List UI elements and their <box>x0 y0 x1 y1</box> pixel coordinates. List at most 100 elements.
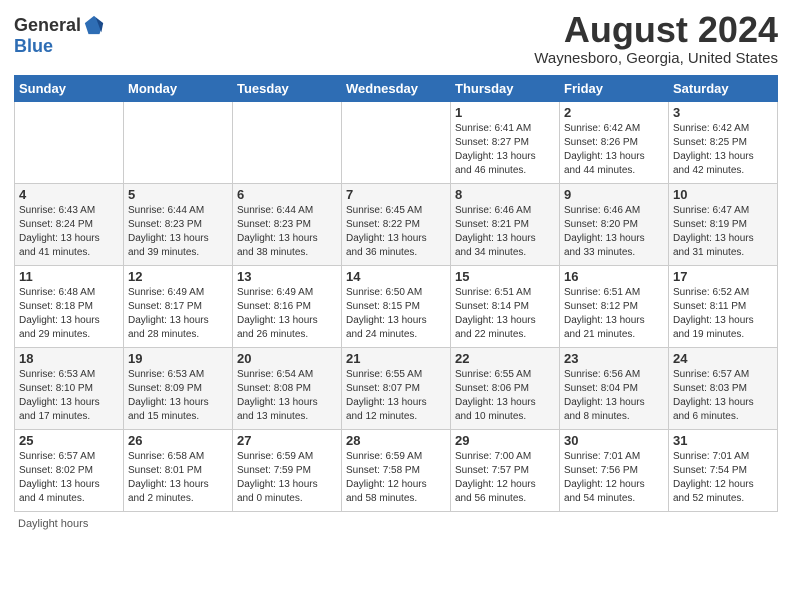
day-detail: Sunrise: 6:52 AM Sunset: 8:11 PM Dayligh… <box>673 286 773 342</box>
calendar-cell: 1 Sunrise: 6:41 AM Sunset: 8:27 PM Daylig… <box>451 101 560 183</box>
page: General Blue August 2024 Waynesboro, Geo… <box>0 0 792 612</box>
day-number: 24 <box>673 351 773 366</box>
calendar-cell: 10 Sunrise: 6:47 AM Sunset: 8:19 PM Dayli… <box>669 183 778 265</box>
day-number: 19 <box>128 351 228 366</box>
day-number: 13 <box>237 269 337 284</box>
day-detail: Sunrise: 6:44 AM Sunset: 8:23 PM Dayligh… <box>237 204 337 260</box>
day-detail: Sunrise: 6:42 AM Sunset: 8:26 PM Dayligh… <box>564 122 664 178</box>
calendar-cell: 15 Sunrise: 6:51 AM Sunset: 8:14 PM Dayli… <box>451 265 560 347</box>
calendar-cell: 7 Sunrise: 6:45 AM Sunset: 8:22 PM Daylig… <box>342 183 451 265</box>
day-number: 30 <box>564 433 664 448</box>
footer: Daylight hours <box>14 518 778 530</box>
day-detail: Sunrise: 6:57 AM Sunset: 8:03 PM Dayligh… <box>673 368 773 424</box>
day-detail: Sunrise: 6:55 AM Sunset: 8:07 PM Dayligh… <box>346 368 446 424</box>
calendar-cell: 28Sunrise: 6:59 AM Sunset: 7:58 PM Dayli… <box>342 429 451 511</box>
day-detail: Sunrise: 6:51 AM Sunset: 8:14 PM Dayligh… <box>455 286 555 342</box>
weekday-header: Tuesday <box>233 75 342 101</box>
day-number: 10 <box>673 187 773 202</box>
logo-general: General <box>14 15 81 36</box>
day-number: 21 <box>346 351 446 366</box>
calendar-week-row: 4 Sunrise: 6:43 AM Sunset: 8:24 PM Daylig… <box>15 183 778 265</box>
day-detail: Sunrise: 6:49 AM Sunset: 8:16 PM Dayligh… <box>237 286 337 342</box>
calendar-table: SundayMondayTuesdayWednesdayThursdayFrid… <box>14 75 778 512</box>
calendar-cell: 27 Sunrise: 6:59 AM Sunset: 7:59 PM Dayli… <box>233 429 342 511</box>
day-number: 17 <box>673 269 773 284</box>
calendar-cell <box>342 101 451 183</box>
weekday-header: Saturday <box>669 75 778 101</box>
day-detail: Sunrise: 6:53 AM Sunset: 8:10 PM Dayligh… <box>19 368 119 424</box>
day-detail: Sunrise: 6:45 AM Sunset: 8:22 PM Dayligh… <box>346 204 446 260</box>
calendar-cell: 31 Sunrise: 7:01 AM Sunset: 7:54 PM Dayli… <box>669 429 778 511</box>
calendar-week-row: 11 Sunrise: 6:48 AM Sunset: 8:18 PM Dayli… <box>15 265 778 347</box>
day-detail: Sunrise: 6:51 AM Sunset: 8:12 PM Dayligh… <box>564 286 664 342</box>
day-number: 23 <box>564 351 664 366</box>
day-number: 14 <box>346 269 446 284</box>
calendar-cell: 6Sunrise: 6:44 AM Sunset: 8:23 PM Daylig… <box>233 183 342 265</box>
calendar-week-row: 1 Sunrise: 6:41 AM Sunset: 8:27 PM Daylig… <box>15 101 778 183</box>
day-detail: Sunrise: 6:41 AM Sunset: 8:27 PM Dayligh… <box>455 122 555 178</box>
calendar-cell: 24 Sunrise: 6:57 AM Sunset: 8:03 PM Dayli… <box>669 347 778 429</box>
calendar-cell: 20 Sunrise: 6:54 AM Sunset: 8:08 PM Dayli… <box>233 347 342 429</box>
day-detail: Sunrise: 6:56 AM Sunset: 8:04 PM Dayligh… <box>564 368 664 424</box>
day-detail: Sunrise: 6:59 AM Sunset: 7:59 PM Dayligh… <box>237 450 337 506</box>
calendar-cell: 13 Sunrise: 6:49 AM Sunset: 8:16 PM Dayli… <box>233 265 342 347</box>
day-number: 25 <box>19 433 119 448</box>
day-detail: Sunrise: 6:49 AM Sunset: 8:17 PM Dayligh… <box>128 286 228 342</box>
logo-icon <box>83 14 105 36</box>
calendar-cell: 22Sunrise: 6:55 AM Sunset: 8:06 PM Dayli… <box>451 347 560 429</box>
weekday-header: Thursday <box>451 75 560 101</box>
day-number: 4 <box>19 187 119 202</box>
calendar-cell: 18Sunrise: 6:53 AM Sunset: 8:10 PM Dayli… <box>15 347 124 429</box>
day-detail: Sunrise: 6:43 AM Sunset: 8:24 PM Dayligh… <box>19 204 119 260</box>
calendar-header-row: SundayMondayTuesdayWednesdayThursdayFrid… <box>15 75 778 101</box>
day-number: 7 <box>346 187 446 202</box>
calendar-cell: 30 Sunrise: 7:01 AM Sunset: 7:56 PM Dayli… <box>560 429 669 511</box>
logo-blue: Blue <box>14 36 53 57</box>
day-detail: Sunrise: 6:44 AM Sunset: 8:23 PM Dayligh… <box>128 204 228 260</box>
weekday-header: Wednesday <box>342 75 451 101</box>
day-detail: Sunrise: 6:50 AM Sunset: 8:15 PM Dayligh… <box>346 286 446 342</box>
day-number: 26 <box>128 433 228 448</box>
day-number: 27 <box>237 433 337 448</box>
day-number: 9 <box>564 187 664 202</box>
logo: General Blue <box>14 14 105 57</box>
calendar-cell: 17 Sunrise: 6:52 AM Sunset: 8:11 PM Dayli… <box>669 265 778 347</box>
calendar-cell: 11 Sunrise: 6:48 AM Sunset: 8:18 PM Dayli… <box>15 265 124 347</box>
calendar-cell <box>233 101 342 183</box>
day-detail: Sunrise: 7:01 AM Sunset: 7:56 PM Dayligh… <box>564 450 664 506</box>
calendar-cell: 19Sunrise: 6:53 AM Sunset: 8:09 PM Dayli… <box>124 347 233 429</box>
day-number: 2 <box>564 105 664 120</box>
calendar-cell: 8 Sunrise: 6:46 AM Sunset: 8:21 PM Daylig… <box>451 183 560 265</box>
day-number: 8 <box>455 187 555 202</box>
calendar-cell: 5 Sunrise: 6:44 AM Sunset: 8:23 PM Daylig… <box>124 183 233 265</box>
day-number: 12 <box>128 269 228 284</box>
calendar-cell <box>15 101 124 183</box>
weekday-header: Friday <box>560 75 669 101</box>
day-detail: Sunrise: 7:01 AM Sunset: 7:54 PM Dayligh… <box>673 450 773 506</box>
calendar-cell: 23 Sunrise: 6:56 AM Sunset: 8:04 PM Dayli… <box>560 347 669 429</box>
weekday-header: Sunday <box>15 75 124 101</box>
day-detail: Sunrise: 7:00 AM Sunset: 7:57 PM Dayligh… <box>455 450 555 506</box>
day-number: 15 <box>455 269 555 284</box>
day-detail: Sunrise: 6:58 AM Sunset: 8:01 PM Dayligh… <box>128 450 228 506</box>
day-number: 1 <box>455 105 555 120</box>
calendar-cell: 3Sunrise: 6:42 AM Sunset: 8:25 PM Daylig… <box>669 101 778 183</box>
calendar-cell: 14 Sunrise: 6:50 AM Sunset: 8:15 PM Dayli… <box>342 265 451 347</box>
day-detail: Sunrise: 6:54 AM Sunset: 8:08 PM Dayligh… <box>237 368 337 424</box>
weekday-header: Monday <box>124 75 233 101</box>
day-number: 22 <box>455 351 555 366</box>
day-number: 11 <box>19 269 119 284</box>
calendar-week-row: 25 Sunrise: 6:57 AM Sunset: 8:02 PM Dayli… <box>15 429 778 511</box>
calendar-cell: 9 Sunrise: 6:46 AM Sunset: 8:20 PM Daylig… <box>560 183 669 265</box>
day-number: 31 <box>673 433 773 448</box>
day-detail: Sunrise: 6:46 AM Sunset: 8:20 PM Dayligh… <box>564 204 664 260</box>
day-detail: Sunrise: 6:46 AM Sunset: 8:21 PM Dayligh… <box>455 204 555 260</box>
calendar-cell: 12 Sunrise: 6:49 AM Sunset: 8:17 PM Dayli… <box>124 265 233 347</box>
day-detail: Sunrise: 6:48 AM Sunset: 8:18 PM Dayligh… <box>19 286 119 342</box>
day-detail: Sunrise: 6:57 AM Sunset: 8:02 PM Dayligh… <box>19 450 119 506</box>
calendar-week-row: 18Sunrise: 6:53 AM Sunset: 8:10 PM Dayli… <box>15 347 778 429</box>
calendar-cell <box>124 101 233 183</box>
day-detail: Sunrise: 6:47 AM Sunset: 8:19 PM Dayligh… <box>673 204 773 260</box>
day-number: 5 <box>128 187 228 202</box>
day-number: 20 <box>237 351 337 366</box>
